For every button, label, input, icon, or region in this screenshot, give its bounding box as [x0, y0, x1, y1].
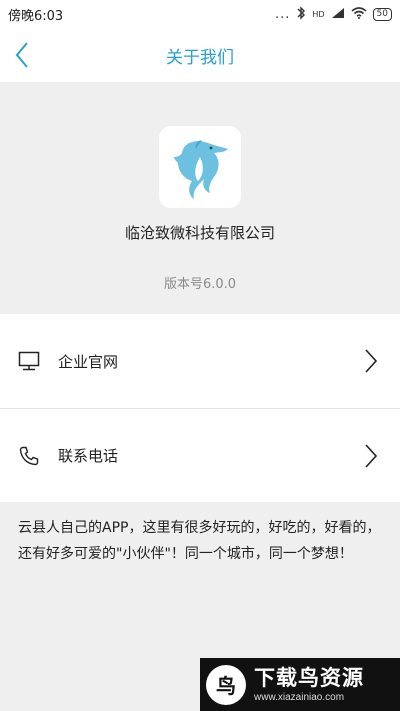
watermark-banner: 鸟 下载鸟资源 www.xiazainiao.com [200, 658, 400, 711]
watermark-text: 下载鸟资源 www.xiazainiao.com [254, 665, 364, 704]
app-logo [159, 126, 241, 208]
monitor-icon [18, 350, 40, 372]
version-label: 版本号6.0.0 [163, 277, 237, 292]
battery-level: 50 [376, 8, 388, 19]
bluetooth-icon [296, 5, 306, 23]
about-header: 临沧致微科技有限公司 版本号6.0.0 [0, 82, 400, 314]
status-time: 傍晚6:03 [8, 8, 64, 24]
back-button[interactable] [14, 40, 44, 70]
status-icons: ... HD 50 [274, 5, 392, 23]
page-title: 关于我们 [166, 47, 234, 68]
watermark-url: www.xiazainiao.com [254, 692, 345, 703]
chevron-left-icon [15, 42, 28, 68]
signal-dots: ... [274, 6, 291, 22]
intro-text: 云县人自己的APP，这里有很多好玩的，好吃的，好看的，还有好多可爱的"小伙伴"！… [18, 520, 381, 562]
hd-label: HD [312, 9, 325, 19]
menu-item-label: 企业官网 [58, 352, 119, 371]
menu-list: 企业官网 联系电话 [0, 314, 400, 502]
menu-item-phone[interactable]: 联系电话 [0, 408, 400, 502]
nav-bar: 关于我们 [0, 28, 400, 82]
dolphin-icon [174, 140, 228, 199]
chevron-right-icon [365, 349, 378, 373]
watermark-logo-icon: 鸟 [206, 664, 246, 705]
battery-icon: 50 [372, 7, 392, 21]
phone-icon [18, 445, 40, 467]
status-bar: 傍晚6:03 ... HD 50 [0, 0, 400, 28]
company-name: 临沧致微科技有限公司 [124, 224, 275, 242]
watermark-title: 下载鸟资源 [254, 666, 364, 690]
chevron-right-icon [365, 444, 378, 468]
menu-item-label: 联系电话 [58, 447, 119, 465]
menu-item-website[interactable]: 企业官网 [0, 314, 400, 408]
signal-icon [331, 7, 345, 22]
wifi-icon [351, 6, 367, 22]
